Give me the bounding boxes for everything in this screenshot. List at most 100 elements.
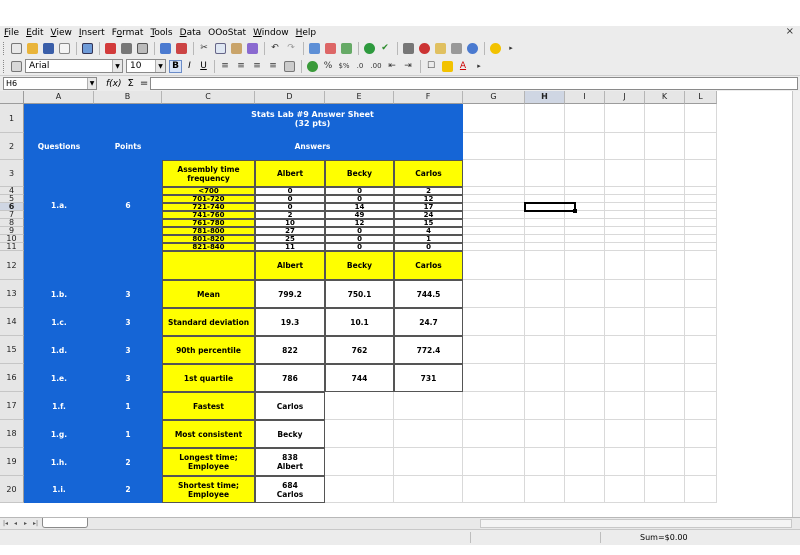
help-icon[interactable] [488, 41, 502, 55]
zoom-icon[interactable] [465, 41, 479, 55]
email-icon[interactable] [57, 41, 71, 55]
format-paintbrush-icon[interactable] [245, 41, 259, 55]
undo-icon[interactable]: ↶ [268, 41, 282, 55]
align-right-icon[interactable]: ≡ [250, 59, 264, 73]
column-header[interactable]: B [94, 91, 162, 104]
column-header[interactable]: J [605, 91, 645, 104]
chevron-down-icon[interactable]: ▼ [155, 60, 165, 72]
sort-ascending-icon[interactable] [323, 41, 337, 55]
menu-file[interactable]: File [0, 27, 22, 39]
toolbar-grip[interactable] [3, 41, 6, 55]
merge-cells-icon[interactable] [282, 59, 296, 73]
save-icon[interactable] [41, 41, 55, 55]
column-header[interactable]: G [463, 91, 525, 104]
percent-format-icon[interactable]: % [321, 59, 335, 73]
previous-sheet-icon[interactable]: ◂ [11, 519, 20, 528]
sheet-tab[interactable] [42, 518, 88, 528]
borders-icon[interactable]: ☐ [424, 59, 438, 73]
first-sheet-icon[interactable]: |◂ [1, 519, 10, 528]
hyperlink-icon[interactable] [307, 41, 321, 55]
standard-format-icon[interactable]: $% [337, 59, 351, 73]
new-document-icon[interactable] [9, 41, 23, 55]
column-header[interactable]: F [394, 91, 463, 104]
align-center-icon[interactable]: ≡ [234, 59, 248, 73]
menu-ooostat[interactable]: OOoStat [204, 27, 249, 39]
open-folder-icon[interactable] [25, 41, 39, 55]
chevron-down-icon[interactable]: ▼ [87, 78, 96, 89]
menu-insert[interactable]: Insert [75, 27, 108, 39]
column-header[interactable]: K [645, 91, 685, 104]
toolbar-grip[interactable] [3, 59, 6, 73]
menu-view[interactable]: View [47, 27, 75, 39]
row-header[interactable]: 13 [0, 280, 24, 308]
autospell-icon[interactable] [174, 41, 188, 55]
close-document-icon[interactable]: × [786, 26, 794, 38]
paste-icon[interactable] [229, 41, 243, 55]
row-header[interactable]: 15 [0, 336, 24, 364]
column-header[interactable]: L [685, 91, 717, 104]
column-header[interactable]: I [565, 91, 605, 104]
underline-button[interactable]: U [197, 60, 210, 73]
function-button[interactable]: = [140, 78, 148, 89]
italic-button[interactable]: I [183, 60, 196, 73]
menu-format[interactable]: Format [108, 27, 147, 39]
export-pdf-icon[interactable] [103, 41, 117, 55]
column-header[interactable]: E [325, 91, 394, 104]
function-wizard-button[interactable]: f(x) [106, 79, 122, 89]
background-color-icon[interactable] [440, 59, 454, 73]
gallery-icon[interactable] [433, 41, 447, 55]
chevron-down-icon[interactable]: ▼ [112, 60, 122, 72]
fill-handle[interactable] [573, 209, 577, 213]
column-header[interactable]: C [162, 91, 255, 104]
next-sheet-icon[interactable]: ▸ [21, 519, 30, 528]
menu-tools[interactable]: Tools [146, 27, 175, 39]
row-header[interactable]: 16 [0, 364, 24, 392]
column-header[interactable]: A [24, 91, 94, 104]
spellcheck-icon[interactable] [158, 41, 172, 55]
cell-cursor[interactable] [524, 202, 577, 213]
toolbar-overflow-icon[interactable]: ▸ [472, 59, 486, 73]
horizontal-scrollbar[interactable] [480, 519, 792, 528]
edit-file-icon[interactable] [80, 41, 94, 55]
font-name-box[interactable]: Arial ▼ [25, 59, 123, 73]
last-sheet-icon[interactable]: ▸| [31, 519, 40, 528]
column-header[interactable]: D [255, 91, 325, 104]
row-header[interactable]: 19 [0, 448, 24, 476]
decrease-indent-icon[interactable]: ⇤ [385, 59, 399, 73]
cut-icon[interactable]: ✂ [197, 41, 211, 55]
toolbar-overflow-icon[interactable]: ▸ [504, 41, 518, 55]
row-header[interactable]: 20 [0, 476, 24, 503]
vertical-scrollbar[interactable] [792, 91, 800, 517]
justify-icon[interactable]: ≡ [266, 59, 280, 73]
name-box[interactable]: H6 ▼ [3, 77, 97, 90]
menu-data[interactable]: Data [176, 27, 205, 39]
column-header[interactable]: H [525, 91, 565, 104]
row-header[interactable]: 11 [0, 242, 24, 251]
remove-decimal-icon[interactable]: .00 [369, 59, 383, 73]
chart-icon[interactable] [362, 41, 376, 55]
increase-indent-icon[interactable]: ⇥ [401, 59, 415, 73]
currency-format-icon[interactable] [305, 59, 319, 73]
navigator-icon[interactable] [417, 41, 431, 55]
menu-window[interactable]: Window [249, 27, 292, 39]
row-header[interactable]: 1 [0, 104, 24, 133]
row-header[interactable]: 18 [0, 420, 24, 448]
font-size-box[interactable]: 10 ▼ [126, 59, 166, 73]
copy-icon[interactable] [213, 41, 227, 55]
row-header[interactable]: 2 [0, 133, 24, 160]
bold-button[interactable]: B [169, 59, 182, 73]
menu-help[interactable]: Help [292, 27, 320, 39]
select-all-corner[interactable] [0, 91, 24, 104]
page-preview-icon[interactable] [135, 41, 149, 55]
add-decimal-icon[interactable]: .0 [353, 59, 367, 73]
row-header[interactable]: 14 [0, 308, 24, 336]
data-sources-icon[interactable] [449, 41, 463, 55]
sort-descending-icon[interactable] [339, 41, 353, 55]
row-header[interactable]: 3 [0, 160, 24, 187]
redo-icon[interactable]: ↷ [284, 41, 298, 55]
sum-button[interactable]: Σ [128, 78, 134, 89]
formula-input[interactable] [150, 77, 798, 90]
row-header[interactable]: 17 [0, 392, 24, 420]
font-color-icon[interactable]: A [456, 59, 470, 73]
print-icon[interactable] [119, 41, 133, 55]
